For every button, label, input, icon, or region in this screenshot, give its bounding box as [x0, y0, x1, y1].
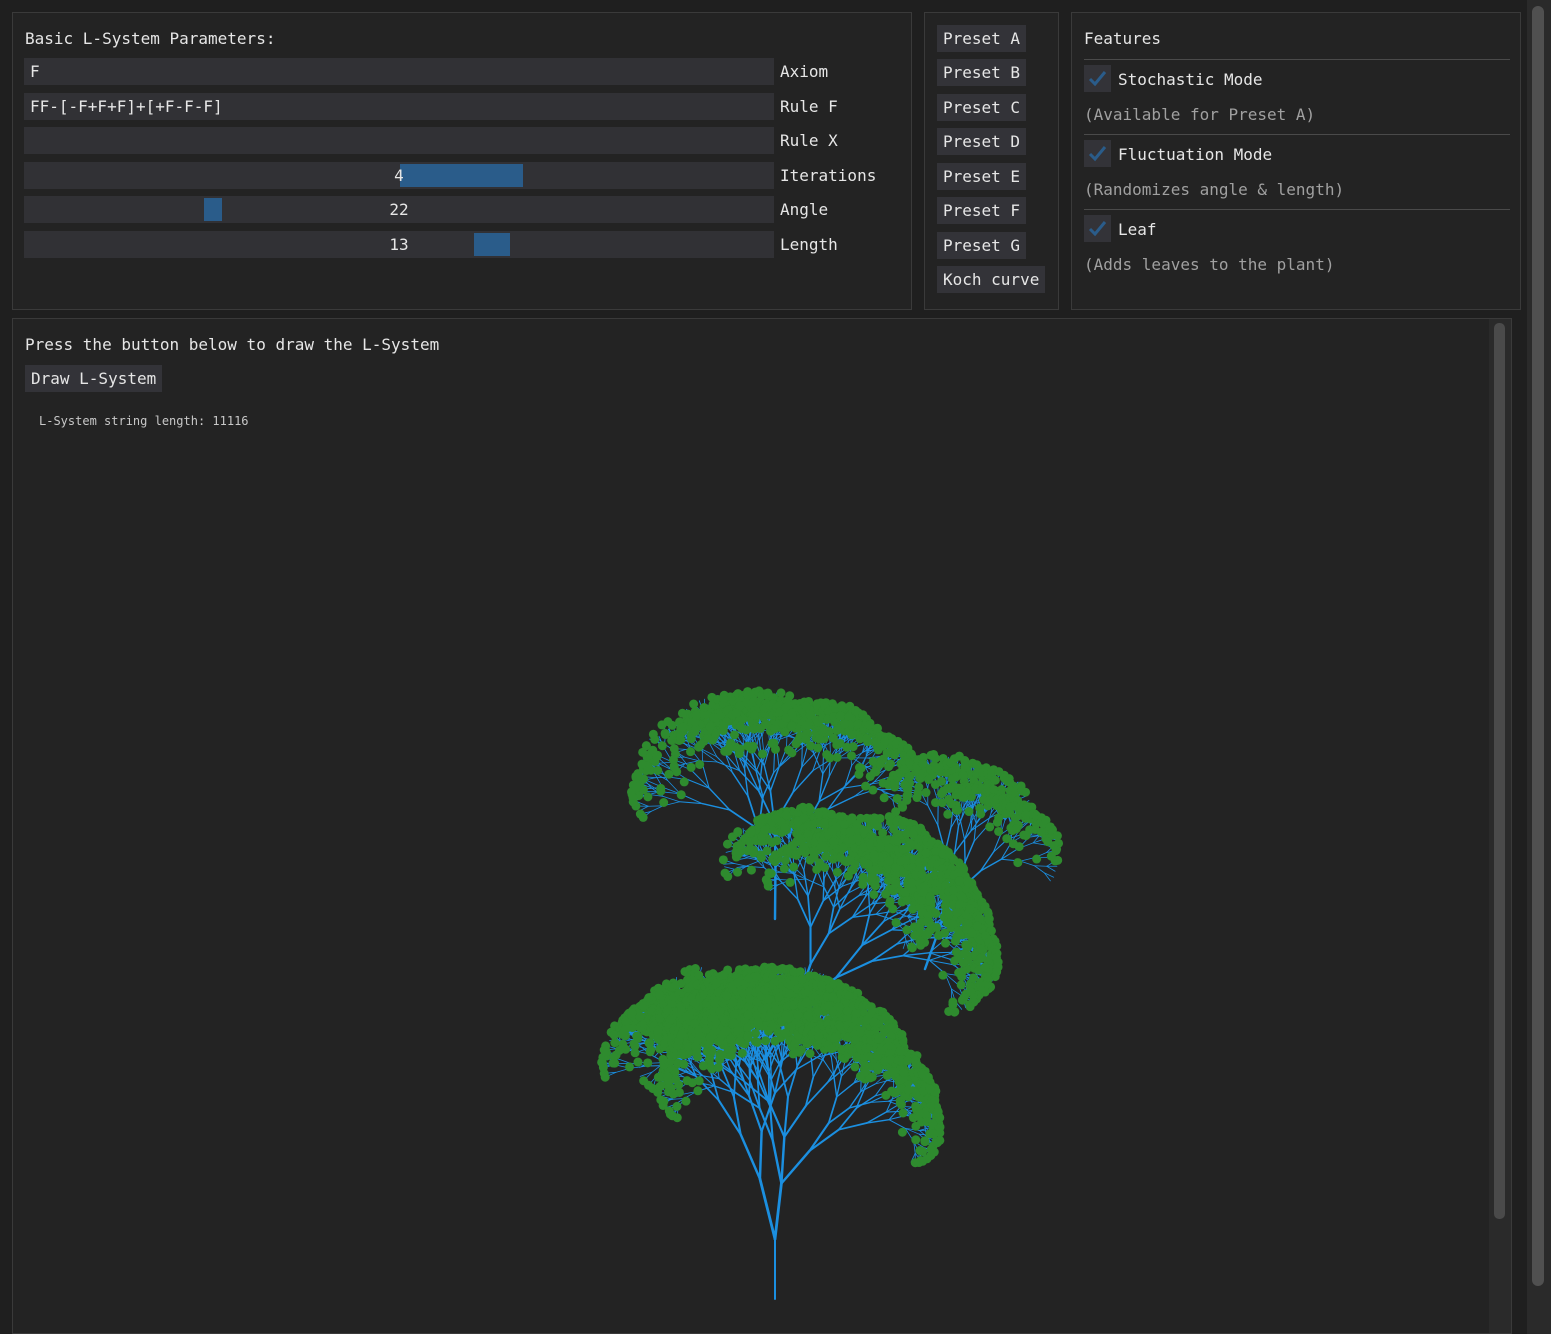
drawing-panel: Press the button below to draw the L-Sys… — [12, 318, 1512, 1334]
angle-slider[interactable]: 22 — [24, 196, 774, 223]
features-panel: Features Stochastic Mode (Available for … — [1071, 12, 1521, 310]
branch-segment — [809, 900, 825, 928]
features-title: Features — [1084, 29, 1162, 48]
length-value: 13 — [389, 235, 409, 254]
branch-segment — [780, 1135, 786, 1185]
length-label: Length — [780, 235, 838, 254]
rule-x-label: Rule X — [780, 131, 838, 150]
iterations-slider-grab[interactable] — [400, 164, 523, 187]
preset-d-button[interactable]: Preset D — [937, 128, 1027, 155]
stochastic-mode-checkbox[interactable] — [1084, 65, 1111, 92]
rule-f-label: Rule F — [780, 97, 838, 116]
branch-segment — [780, 1149, 811, 1185]
iterations-slider[interactable]: 4 — [24, 162, 774, 189]
divider — [1084, 134, 1510, 135]
angle-slider-grab[interactable] — [204, 198, 222, 221]
leaf-checkbox[interactable] — [1084, 215, 1111, 242]
branch-segment — [771, 1139, 783, 1185]
branch-segment — [779, 1064, 789, 1099]
branch-segment — [808, 1128, 840, 1152]
branch-segment — [833, 1074, 838, 1098]
fluctuation-mode-hint: (Randomizes angle & length) — [1084, 180, 1345, 199]
branch-segment — [810, 1053, 814, 1078]
branch-segment — [739, 1133, 762, 1181]
branch-segment — [826, 1065, 849, 1084]
presets-panel: Preset A Preset B Preset C Preset D Pres… — [924, 12, 1059, 310]
leaf-hint: (Adds leaves to the plant) — [1084, 255, 1335, 274]
stochastic-mode-label: Stochastic Mode — [1118, 70, 1263, 89]
divider — [1084, 209, 1510, 210]
branch-segment — [746, 860, 761, 867]
branch-segment — [787, 1065, 798, 1099]
stochastic-mode-hint: (Available for Preset A) — [1084, 105, 1316, 124]
angle-label: Angle — [780, 200, 829, 219]
branch-segment — [773, 1181, 783, 1241]
branch-segment — [888, 1119, 906, 1129]
preset-b-button[interactable]: Preset B — [937, 59, 1027, 86]
preset-g-button[interactable]: Preset G — [937, 232, 1027, 259]
axiom-label: Axiom — [780, 62, 829, 81]
length-slider[interactable]: 13 — [24, 231, 774, 258]
rule-x-input[interactable] — [24, 127, 774, 154]
checkmark-icon — [1088, 146, 1107, 162]
rule-f-input[interactable]: FF-[-F+F+F]+[+F-F-F] — [24, 93, 774, 120]
checkmark-icon — [1088, 221, 1107, 237]
parameters-panel: Basic L-System Parameters: — [12, 12, 912, 310]
preset-a-button[interactable]: Preset A — [937, 25, 1027, 52]
angle-value: 22 — [389, 200, 409, 219]
lsystem-canvas — [597, 686, 1064, 1300]
branch-segment — [809, 932, 830, 966]
fluctuation-mode-checkbox[interactable] — [1084, 140, 1111, 167]
axiom-value: F — [30, 62, 40, 81]
branch-segment — [851, 896, 866, 918]
preset-f-button[interactable]: Preset F — [937, 197, 1027, 224]
iterations-value: 4 — [394, 166, 404, 185]
koch-curve-button[interactable]: Koch curve — [937, 266, 1046, 293]
branch-segment — [807, 872, 818, 897]
length-slider-grab[interactable] — [474, 233, 510, 256]
axiom-input[interactable]: F — [24, 58, 774, 85]
leaf-label: Leaf — [1118, 220, 1157, 239]
checkmark-icon — [1088, 71, 1107, 87]
preset-e-button[interactable]: Preset E — [937, 163, 1027, 190]
branch-segment — [758, 1177, 777, 1241]
rule-f-value: FF-[-F+F+F]+[+F-F-F] — [30, 97, 223, 116]
iterations-label: Iterations — [780, 166, 877, 185]
branch-segment — [758, 1130, 763, 1181]
divider — [1084, 59, 1510, 60]
branch-segment — [808, 1122, 830, 1152]
parameters-title: Basic L-System Parameters: — [25, 29, 276, 48]
preset-c-button[interactable]: Preset C — [937, 94, 1027, 121]
fluctuation-mode-label: Fluctuation Mode — [1118, 145, 1273, 164]
